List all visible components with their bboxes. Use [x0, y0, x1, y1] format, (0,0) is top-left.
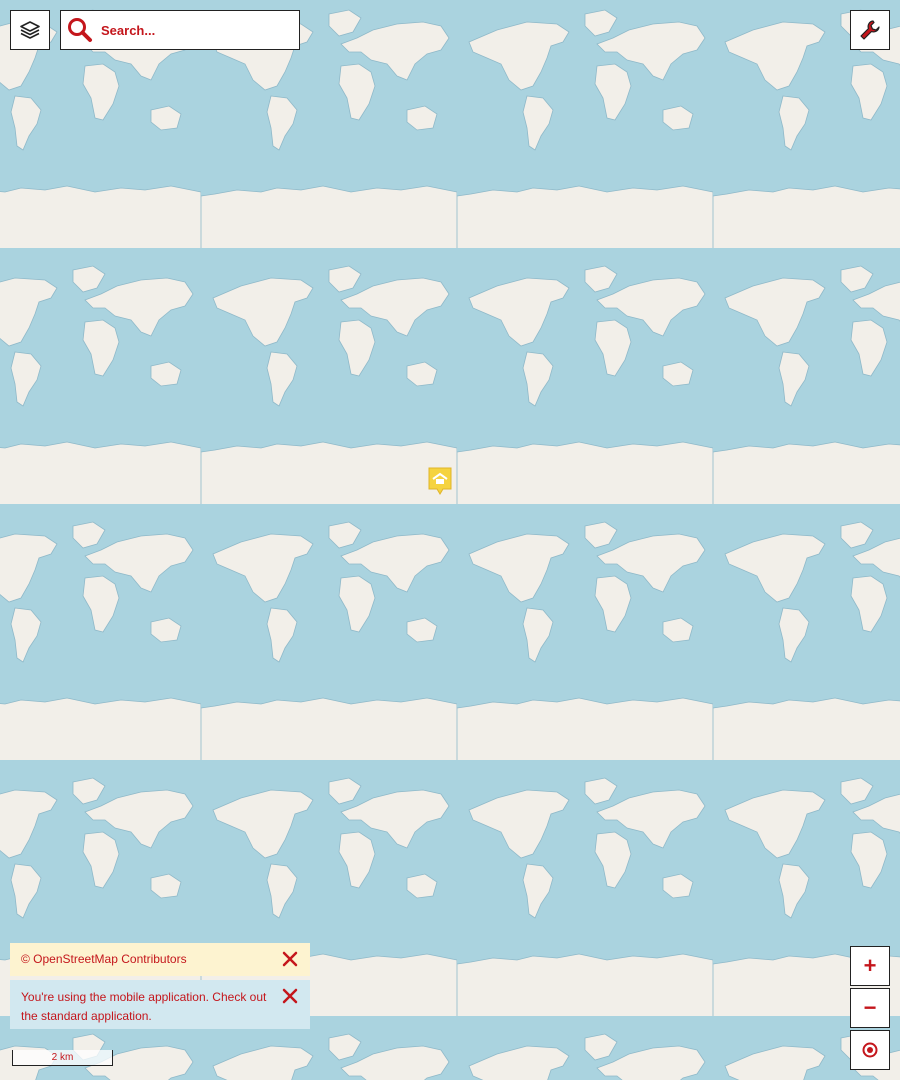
close-icon[interactable] [282, 951, 298, 967]
locate-icon [862, 1042, 878, 1058]
scale-label: 2 km [51, 1052, 74, 1063]
layers-icon [20, 21, 40, 39]
zoom-out-button[interactable]: − [850, 988, 890, 1028]
attribution-text: © OpenStreetMap Contributors [21, 952, 187, 966]
mobile-notice-text[interactable]: You're using the mobile application. Che… [21, 990, 266, 1023]
search-box[interactable] [60, 10, 300, 50]
settings-button[interactable] [850, 10, 890, 50]
zoom-out-label: − [863, 995, 877, 1020]
zoom-in-button[interactable]: + [850, 946, 890, 986]
attribution-notice: © OpenStreetMap Contributors [10, 943, 310, 976]
locate-button[interactable] [850, 1030, 890, 1070]
zoom-in-label: + [863, 953, 877, 978]
layers-button[interactable] [10, 10, 50, 50]
search-icon [68, 18, 92, 42]
search-input[interactable] [99, 21, 293, 39]
map-canvas[interactable] [0, 0, 900, 1080]
wrench-icon [860, 20, 880, 40]
shelter-marker-icon[interactable] [427, 466, 453, 496]
mobile-app-notice: You're using the mobile application. Che… [10, 980, 310, 1029]
scale-bar: 2 km [12, 1050, 113, 1066]
close-icon[interactable] [282, 988, 298, 1004]
